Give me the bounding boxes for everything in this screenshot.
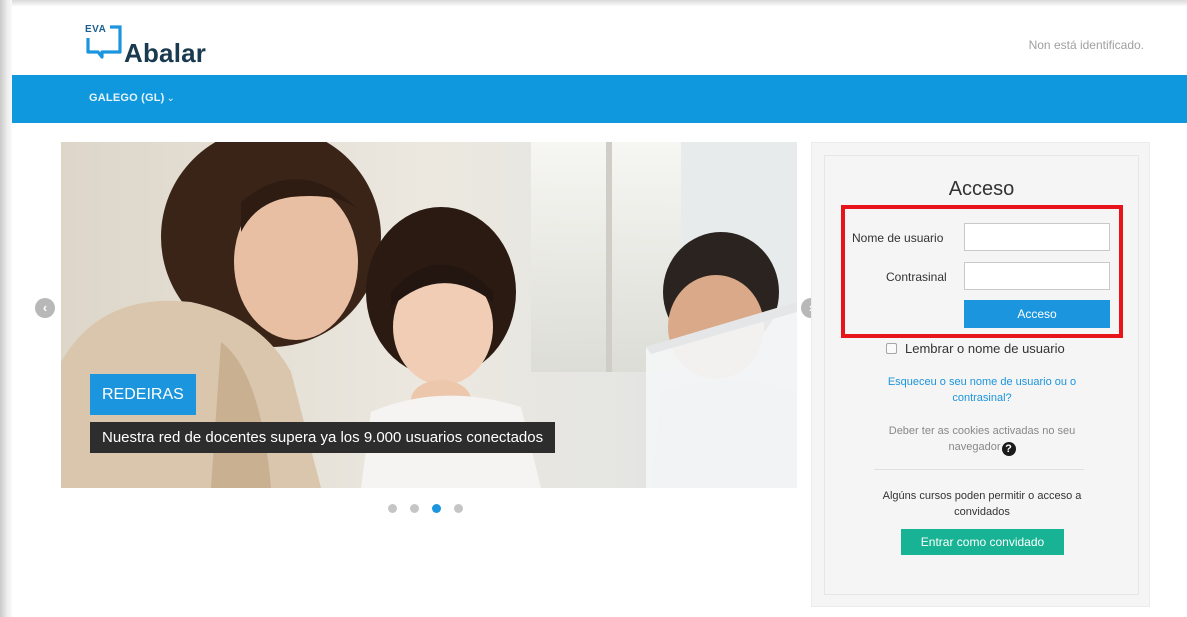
help-icon[interactable]: ? — [1001, 442, 1016, 456]
navbar: GALEGO (GL) ⌄ — [12, 75, 1187, 123]
login-panel: Acceso Nome de usuario Contrasinal Acces… — [811, 142, 1150, 607]
carousel-dot-2[interactable] — [410, 504, 419, 513]
page: EVA Abalar Non está identificado. GALEGO… — [12, 6, 1187, 617]
language-selector[interactable]: GALEGO (GL) ⌄ — [89, 92, 175, 104]
site-logo[interactable]: EVA Abalar — [84, 24, 224, 68]
carousel-dot-4[interactable] — [454, 504, 463, 513]
highlight-annotation-box — [841, 205, 1123, 338]
login-title: Acceso — [948, 178, 1015, 200]
remember-username-checkbox[interactable] — [886, 343, 897, 354]
logo-eva-label: EVA — [85, 24, 107, 35]
carousel-caption-text: Nuestra red de docentes supera ya los 9.… — [90, 422, 556, 453]
chevron-left-icon: ‹ — [42, 300, 48, 315]
cookies-note: Deber ter as cookies activadas no seu na… — [862, 423, 1102, 456]
user-status: Non está identificado. — [1028, 38, 1144, 52]
logo-text: Abalar — [124, 38, 207, 68]
carousel-prev-button[interactable]: ‹ — [35, 298, 55, 318]
carousel-indicators — [388, 504, 463, 516]
forgot-credentials-link[interactable]: Esqueceu o seu nome de usuario ou o cont… — [862, 374, 1102, 406]
carousel-dot-3-active[interactable] — [432, 504, 441, 513]
carousel-caption-tag: REDEIRAS — [90, 374, 196, 415]
site-header: EVA Abalar Non está identificado. — [12, 6, 1187, 75]
image-carousel: REDEIRAS Nuestra red de docentes supera … — [61, 142, 797, 488]
language-label: GALEGO (GL) — [89, 92, 165, 104]
guest-access-note: Algúns cursos poden permitir o acceso a … — [882, 490, 1082, 518]
guest-login-button[interactable]: Entrar como convidado — [901, 529, 1064, 555]
window-left-edge — [0, 0, 12, 617]
remember-username[interactable]: Lembrar o nome de usuario — [886, 341, 1065, 356]
carousel-dot-1[interactable] — [388, 504, 397, 513]
remember-username-label: Lembrar o nome de usuario — [905, 341, 1065, 356]
cookies-note-text: Deber ter as cookies activadas no seu na… — [888, 425, 1076, 453]
chevron-down-icon: ⌄ — [166, 93, 176, 104]
divider — [874, 469, 1084, 470]
